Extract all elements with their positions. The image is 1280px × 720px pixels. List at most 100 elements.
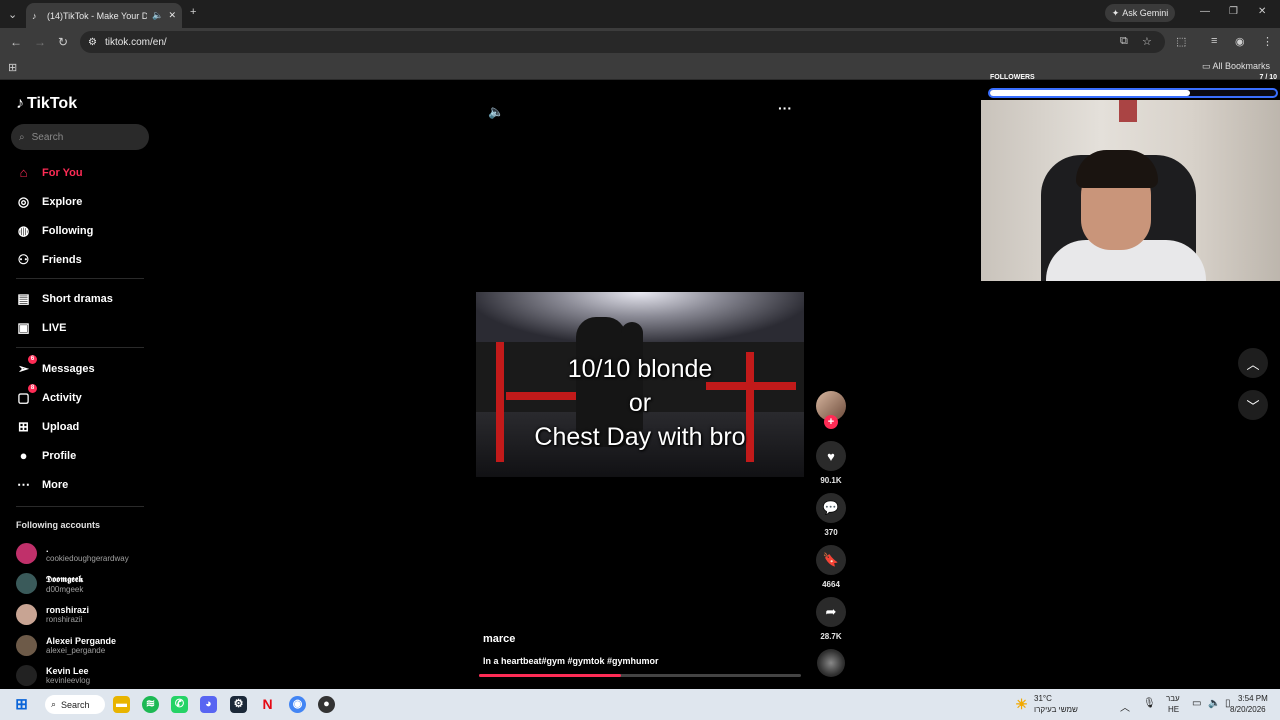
- following-account[interactable]: . cookiedoughgerardway: [16, 543, 129, 564]
- volume-tray-icon[interactable]: 🔈: [1208, 698, 1220, 709]
- audio-playing-icon[interactable]: 🔈: [152, 10, 163, 21]
- clock-time[interactable]: 3:54 PM: [1238, 694, 1268, 703]
- omnibox[interactable]: ⚙ tiktok.com/en/: [80, 31, 1165, 53]
- nav-for-you[interactable]: ⌂ For You: [16, 165, 83, 180]
- weather-sun-icon[interactable]: ☀: [1013, 696, 1030, 713]
- next-video-button[interactable]: ﹀: [1238, 390, 1268, 420]
- previous-video-button[interactable]: ︿: [1238, 348, 1268, 378]
- microphone-icon[interactable]: 🎙: [1143, 698, 1156, 709]
- tab-strip: ⌄ ♪ (14)TikTok - Make Your Day 🔈 ✕ + ✦ A…: [0, 0, 1280, 28]
- messages-badge: 6: [28, 355, 37, 364]
- webcam-scene-poster: [1119, 100, 1137, 122]
- weather-condition[interactable]: שמשי בעיקרו: [1034, 705, 1078, 714]
- bookmark-star-icon[interactable]: ☆: [1142, 35, 1152, 48]
- back-icon[interactable]: ←: [10, 35, 22, 49]
- tiktok-logo[interactable]: ♪ TikTok: [16, 95, 77, 113]
- tab-title: (14)TikTok - Make Your Day: [47, 10, 148, 21]
- tab-close-icon[interactable]: ✕: [168, 10, 176, 21]
- comment-action[interactable]: 💬 370: [816, 493, 846, 537]
- more-options-icon[interactable]: ···: [778, 100, 792, 116]
- webcam-scene-hair: [1076, 150, 1158, 188]
- spotify-icon[interactable]: ≋: [142, 696, 159, 713]
- search-placeholder: Search: [31, 131, 64, 143]
- nav-messages[interactable]: ➢ 6 Messages: [16, 355, 95, 377]
- chrome-icon[interactable]: ◉: [289, 696, 306, 713]
- nav-label: Friends: [42, 254, 82, 266]
- send-icon: ➢ 6: [16, 355, 37, 377]
- ask-gemini-button[interactable]: ✦ Ask Gemini: [1105, 4, 1175, 22]
- nav-label: For You: [42, 166, 83, 179]
- windows-start-icon[interactable]: ⊞: [13, 696, 30, 713]
- network-icon[interactable]: ▭: [1192, 698, 1201, 709]
- nav-profile[interactable]: ● Profile: [16, 448, 77, 463]
- reload-icon[interactable]: ↻: [58, 35, 68, 49]
- file-explorer-icon[interactable]: ▬: [113, 696, 130, 713]
- install-app-icon[interactable]: ⧉: [1120, 35, 1128, 48]
- comment-icon[interactable]: 💬: [816, 493, 846, 523]
- weather-temperature[interactable]: 31°C: [1034, 694, 1052, 703]
- heart-icon[interactable]: ♥: [816, 441, 846, 471]
- video-author[interactable]: marce: [483, 633, 515, 645]
- music-disc-icon[interactable]: [817, 649, 845, 677]
- close-window-icon[interactable]: ✕: [1258, 6, 1266, 17]
- forward-icon[interactable]: →: [34, 35, 46, 49]
- netflix-icon[interactable]: N: [259, 696, 276, 713]
- address-bar-row: ← → ↻ ⚙ tiktok.com/en/ ⧉ ☆ ⬚ ≡ ◉ ⋮: [0, 28, 1280, 56]
- new-tab-icon[interactable]: +: [190, 6, 196, 18]
- nav-friends[interactable]: ⚇ Friends: [16, 252, 82, 268]
- friends-icon: ⚇: [17, 252, 30, 267]
- video-progress-bar[interactable]: [479, 674, 801, 677]
- account-handle: cookiedoughgerardway: [46, 554, 129, 563]
- app-icon[interactable]: ●: [318, 696, 335, 713]
- apps-grid-icon[interactable]: ⊞: [8, 61, 17, 74]
- nav-activity[interactable]: ▢ 8 Activity: [16, 384, 82, 406]
- input-language[interactable]: עבר: [1166, 694, 1180, 703]
- discord-icon[interactable]: ◕: [200, 696, 217, 713]
- nav-short-dramas[interactable]: ▤ Short dramas: [16, 291, 113, 307]
- following-account[interactable]: 𝕯𝖔𝖔𝖒𝖌𝖊𝖊𝖐 d00mgeek: [16, 573, 83, 594]
- search-input[interactable]: ⌕ Search: [11, 124, 149, 150]
- media-control-icon[interactable]: ≡: [1211, 35, 1217, 47]
- restore-icon[interactable]: ❐: [1229, 6, 1238, 17]
- search-icon: ⌕: [51, 699, 57, 709]
- followers-goal-widget: FOLLOWERS 7 / 10: [986, 74, 1280, 100]
- all-bookmarks[interactable]: ▭ All Bookmarks: [1202, 61, 1270, 72]
- following-account[interactable]: ronshirazi ronshirazii: [16, 604, 89, 625]
- nav-following[interactable]: ◍ Following: [16, 223, 94, 239]
- tab-search-chevron-icon[interactable]: ⌄: [8, 8, 17, 21]
- save-action[interactable]: 🔖 4664: [816, 545, 846, 589]
- chrome-menu-icon[interactable]: ⋮: [1262, 35, 1273, 48]
- share-action[interactable]: ➦ 28.7K: [816, 597, 846, 641]
- extensions-icon[interactable]: ⬚: [1176, 35, 1186, 48]
- account-handle: kevinleevlog: [46, 676, 91, 685]
- browser-tab[interactable]: ♪ (14)TikTok - Make Your Day 🔈 ✕: [26, 3, 182, 28]
- video-player[interactable]: 10/10 blonde or Chest Day with bro: [476, 292, 804, 477]
- following-account[interactable]: Alexei Pergande alexei_pergande: [16, 635, 116, 656]
- tray-chevron-up-icon[interactable]: ︿: [1120, 699, 1130, 714]
- account-name: .: [46, 544, 49, 554]
- taskbar-search[interactable]: ⌕ Search: [45, 695, 105, 714]
- steam-icon[interactable]: ⚙: [230, 696, 247, 713]
- site-info-icon[interactable]: ⚙: [88, 37, 97, 48]
- url-text[interactable]: tiktok.com/en/: [105, 37, 167, 48]
- nav-live[interactable]: ▣ LIVE: [16, 320, 66, 336]
- clock-date[interactable]: 8/20/2026: [1230, 705, 1266, 714]
- whatsapp-icon[interactable]: ✆: [171, 696, 188, 713]
- tiktok-favicon-icon: ♪: [32, 10, 37, 21]
- like-count: 90.1K: [820, 476, 842, 485]
- following-account[interactable]: Kevin Lee kevinleevlog: [16, 665, 90, 686]
- nav-upload[interactable]: ⊞ Upload: [16, 419, 79, 435]
- followers-count: 7 / 10: [1259, 74, 1277, 81]
- like-action[interactable]: ♥ 90.1K: [816, 441, 846, 485]
- profile-icon[interactable]: ◉: [1235, 35, 1245, 48]
- minimize-icon[interactable]: —: [1200, 6, 1210, 17]
- follow-plus-icon[interactable]: +: [824, 415, 838, 429]
- video-description[interactable]: In a heartbeat#gym #gymtok #gymhumor: [483, 656, 659, 666]
- nav-more[interactable]: ⋯ More: [16, 477, 68, 493]
- share-arrow-icon[interactable]: ➦: [816, 597, 846, 627]
- volume-icon[interactable]: 🔈: [488, 104, 504, 120]
- nav-explore[interactable]: ◎ Explore: [16, 194, 83, 210]
- all-bookmarks-label: All Bookmarks: [1212, 61, 1270, 71]
- input-language-code[interactable]: HE: [1168, 705, 1179, 714]
- bookmark-icon[interactable]: 🔖: [816, 545, 846, 575]
